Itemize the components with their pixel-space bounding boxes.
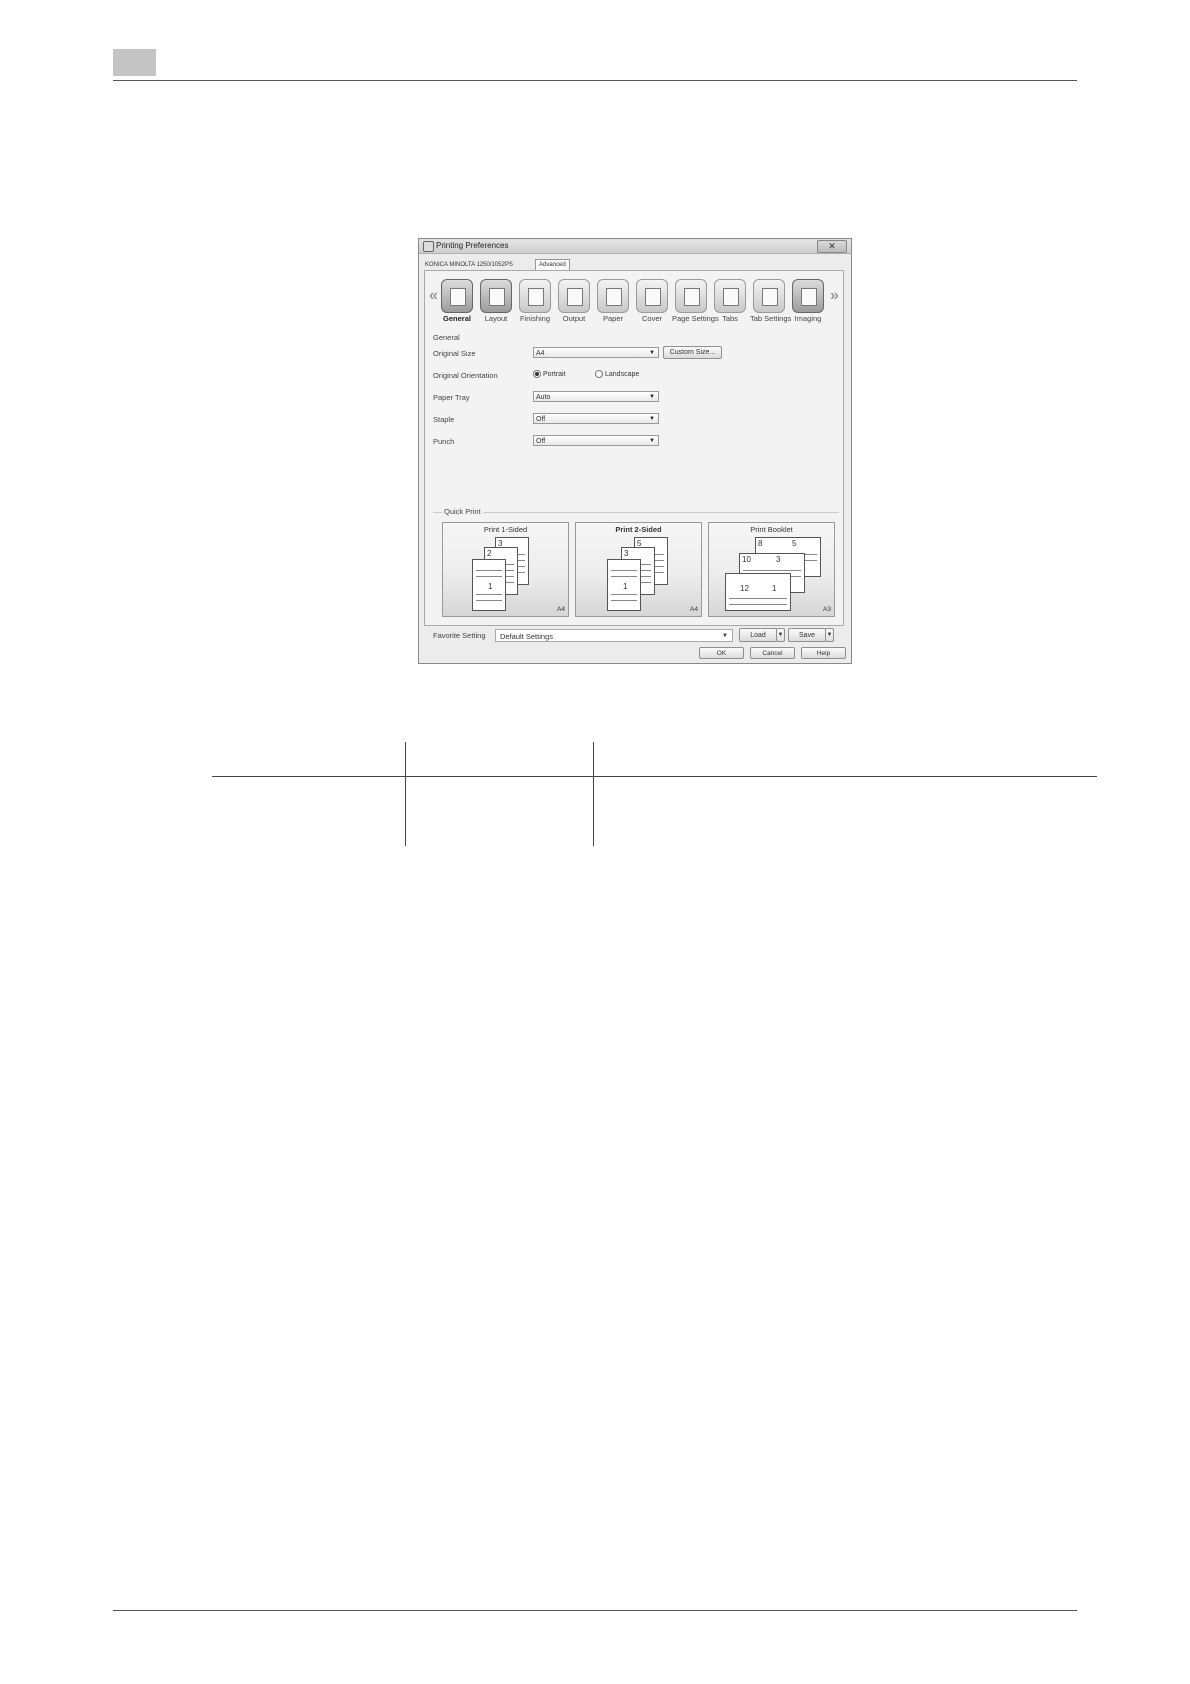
scroll-right-icon[interactable]: » <box>830 287 839 305</box>
page-settings-icon <box>675 279 707 313</box>
tab-cover[interactable]: Cover <box>633 279 671 323</box>
chevron-down-icon: ▼ <box>649 350 655 356</box>
print-booklet-card[interactable]: Print Booklet 8 5 10 3 12 1 A3 <box>708 522 835 617</box>
save-button[interactable]: Save <box>788 628 826 642</box>
load-button[interactable]: Load <box>739 628 777 642</box>
layout-icon <box>480 279 512 313</box>
print-1-sided-card[interactable]: Print 1-Sided 3 2 1 A4 <box>442 522 569 617</box>
punch-value: Off <box>536 438 546 445</box>
table-column-divider <box>405 742 406 846</box>
paper-tray-select[interactable]: Auto ▼ <box>533 391 659 402</box>
chevron-down-icon: ▼ <box>649 416 655 422</box>
page-thumbnail: 1 <box>472 559 506 611</box>
page-thumbnail: 1 <box>607 559 641 611</box>
tab-imaging[interactable]: Imaging <box>789 279 827 323</box>
radio-empty-icon <box>595 370 603 378</box>
tab-layout[interactable]: Layout <box>477 279 515 323</box>
favorite-setting-select[interactable]: Default Settings ▼ <box>495 629 733 642</box>
cancel-button[interactable]: Cancel <box>750 647 795 659</box>
section-title: General <box>433 333 460 342</box>
staple-select[interactable]: Off ▼ <box>533 413 659 424</box>
original-size-value: A4 <box>536 350 545 357</box>
orientation-label: Original Orientation <box>433 371 498 380</box>
chevron-down-icon: ▼ <box>649 394 655 400</box>
tab-output[interactable]: Output <box>555 279 593 323</box>
tab-general[interactable]: General <box>438 279 476 323</box>
quick-print-title: Quick Print <box>442 507 483 516</box>
close-button[interactable]: ✕ <box>817 240 847 253</box>
output-icon <box>558 279 590 313</box>
ok-button[interactable]: OK <box>699 647 744 659</box>
tab-settings-icon <box>753 279 785 313</box>
finishing-icon <box>519 279 551 313</box>
table-column-divider <box>593 742 594 846</box>
paper-tray-label: Paper Tray <box>433 393 470 402</box>
paper-size-badge: A3 <box>823 606 831 613</box>
staple-value: Off <box>536 416 546 423</box>
titlebar: Printing Preferences ✕ <box>419 239 851 254</box>
portrait-radio[interactable]: Portrait <box>533 370 566 378</box>
tab-tabs[interactable]: Tabs <box>711 279 749 323</box>
print-2-sided-card[interactable]: Print 2-Sided 5 3 1 A4 <box>575 522 702 617</box>
tab-paper[interactable]: Paper <box>594 279 632 323</box>
page-thumbnail: 12 1 <box>725 573 791 611</box>
imaging-icon <box>792 279 824 313</box>
custom-size-button[interactable]: Custom Size... <box>663 346 722 359</box>
printing-preferences-dialog: Printing Preferences ✕ KONICA MINOLTA 12… <box>418 238 852 664</box>
favorite-setting-label: Favorite Setting <box>433 631 486 640</box>
favorite-setting-value: Default Settings <box>500 632 553 641</box>
save-dropdown-button[interactable]: ▼ <box>825 628 834 642</box>
paper-size-badge: A4 <box>557 606 565 613</box>
general-icon <box>441 279 473 313</box>
paper-tray-value: Auto <box>536 394 551 401</box>
original-size-select[interactable]: A4 ▼ <box>533 347 659 358</box>
card-title: Print Booklet <box>750 525 793 534</box>
help-button[interactable]: Help <box>801 647 846 659</box>
tab-tab-settings[interactable]: Tab Settings <box>750 279 791 323</box>
paper-size-badge: A4 <box>690 606 698 613</box>
table-header-rule <box>212 776 1097 777</box>
header-rule <box>113 80 1077 81</box>
footer-rule <box>113 1610 1077 1611</box>
tab-page-settings[interactable]: Page Settings <box>672 279 719 323</box>
card-title: Print 2-Sided <box>615 525 662 534</box>
chapter-tab <box>113 49 156 76</box>
punch-label: Punch <box>433 437 455 446</box>
printer-icon <box>423 241 434 252</box>
tabs-icon <box>714 279 746 313</box>
chevron-down-icon: ▼ <box>649 438 655 444</box>
original-size-label: Original Size <box>433 349 476 358</box>
punch-select[interactable]: Off ▼ <box>533 435 659 446</box>
paper-icon <box>597 279 629 313</box>
load-dropdown-button[interactable]: ▼ <box>776 628 785 642</box>
dialog-title: Printing Preferences <box>436 241 509 250</box>
landscape-radio[interactable]: Landscape <box>595 370 639 378</box>
card-title: Print 1-Sided <box>483 525 528 534</box>
tab-finishing[interactable]: Finishing <box>516 279 554 323</box>
cover-icon <box>636 279 668 313</box>
scroll-left-icon[interactable]: « <box>429 287 438 305</box>
radio-selected-icon <box>533 370 541 378</box>
staple-label: Staple <box>433 415 455 424</box>
chevron-down-icon: ▼ <box>722 633 728 639</box>
